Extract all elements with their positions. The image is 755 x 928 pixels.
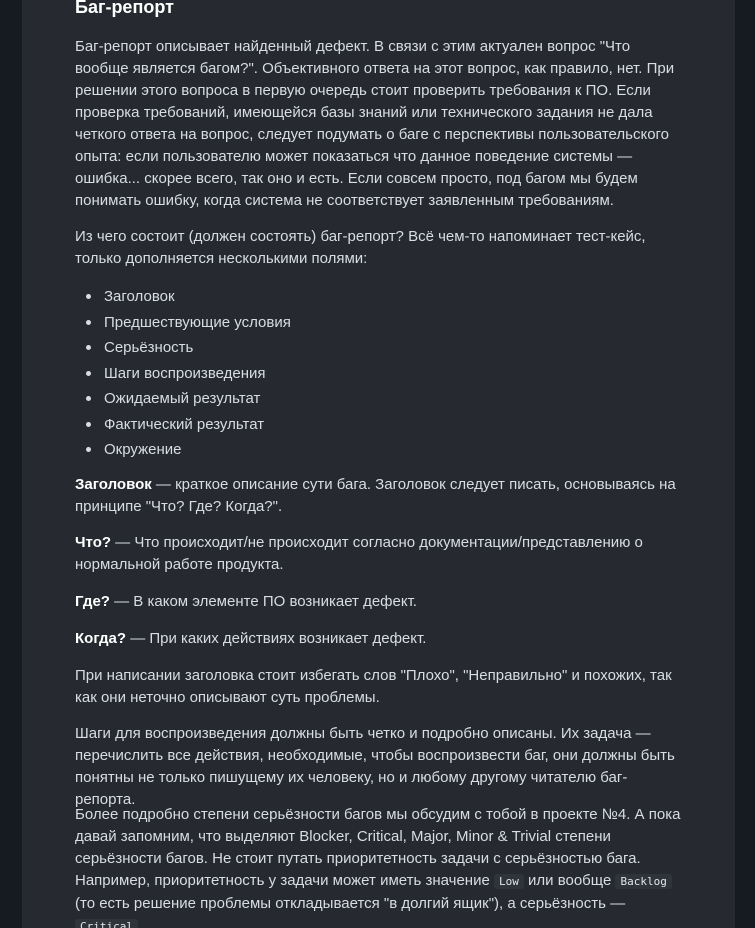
section-title: Баг-репорт (75, 0, 174, 17)
paragraph-avoid-words: При написании заголовка стоит избегать с… (75, 667, 672, 706)
paragraph-where: Где? — В каком элементе ПО возникает деф… (75, 591, 685, 613)
list-item: Фактический результат (75, 412, 675, 438)
term-where: Где? (75, 593, 110, 610)
term-what-text: — Что происходит/не происходит согласно … (75, 534, 643, 573)
severity-text-4: . (137, 917, 147, 928)
paragraph-severity: Более подробно степени серьёзности багов… (75, 804, 685, 928)
term-where-text: — В каком элементе ПО возникает дефект. (109, 593, 417, 610)
list-item: Окружение (75, 437, 675, 463)
term-title: Заголовок (75, 476, 152, 493)
severity-text-3: (то есть решение проблемы откладывается … (75, 895, 626, 912)
term-title-text: — краткое описание сути бага. Заголовок … (75, 476, 676, 515)
article-card: Баг-репорт Баг-репорт описывает найденны… (22, 0, 735, 928)
paragraph-intro: Баг-репорт описывает найденный дефект. В… (75, 38, 675, 209)
paragraph-steps: Шаги для воспроизведения должны быть чет… (75, 725, 675, 808)
paragraph-what: Что? — Что происходит/не происходит согл… (75, 532, 685, 576)
code-critical: Critical (75, 919, 138, 928)
list-item: Ожидаемый результат (75, 386, 675, 412)
term-when-text: — При каких действиях возникает дефект. (126, 630, 427, 647)
list-item: Предшествующие условия (75, 310, 675, 336)
paragraph-title-definition: Заголовок — краткое описание сути бага. … (75, 474, 685, 518)
term-when: Когда? (75, 630, 127, 647)
code-backlog: Backlog (615, 874, 672, 889)
list-item: Серьёзность (75, 335, 675, 361)
paragraph-composition: Из чего состоит (должен состоять) баг-ре… (75, 228, 646, 267)
bug-report-fields-list: Заголовок Предшествующие условия Серьёзн… (75, 284, 675, 463)
list-item: Шаги воспроизведения (75, 361, 675, 387)
term-what: Что? (75, 534, 112, 551)
paragraph-when: Когда? — При каких действиях возникает д… (75, 628, 685, 650)
code-low: Low (493, 874, 524, 889)
list-item: Заголовок (75, 284, 675, 310)
severity-text-2: или вообще (523, 872, 616, 889)
